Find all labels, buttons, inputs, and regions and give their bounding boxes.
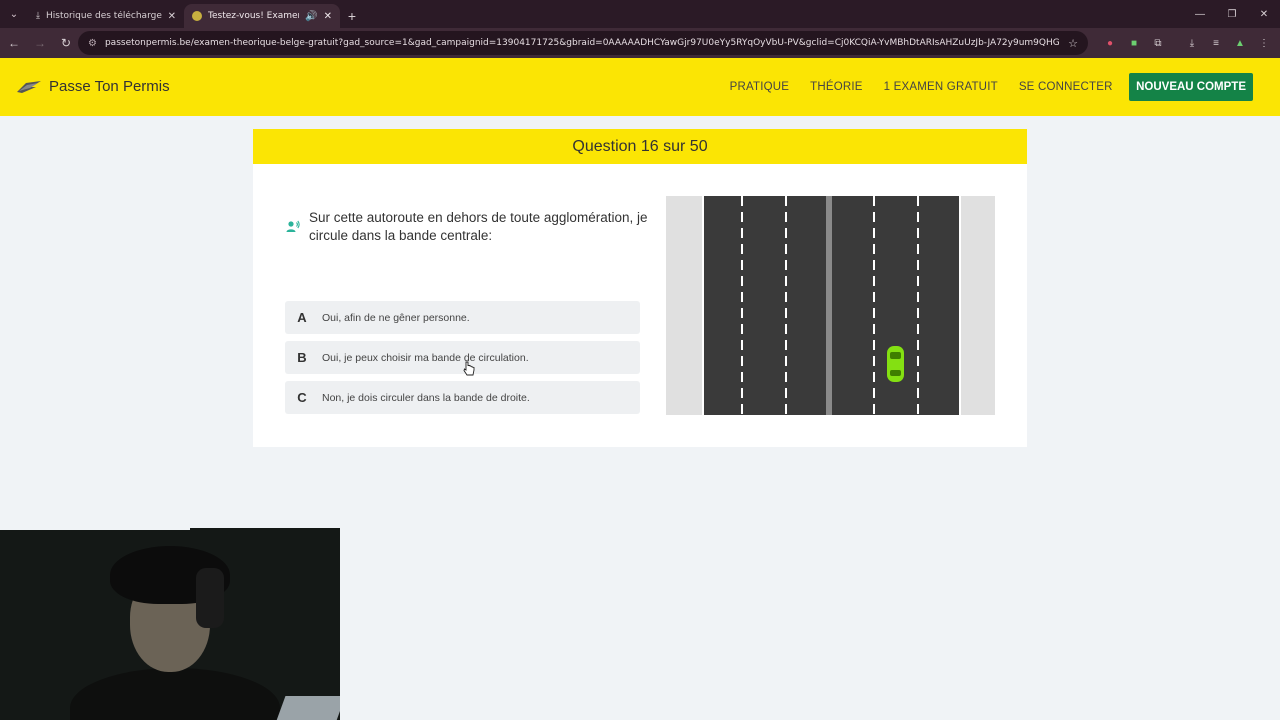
- bookmark-star-icon[interactable]: ☆: [1068, 37, 1078, 50]
- puzzle-extensions-icon[interactable]: ⧉: [1148, 33, 1168, 53]
- browser-toolbar: ← → ↻ ⚙ passetonpermis.be/examen-theoriq…: [0, 28, 1280, 58]
- option-letter: C: [297, 390, 307, 405]
- hand-cursor-icon: [463, 361, 475, 376]
- minimize-icon[interactable]: —: [1184, 0, 1216, 28]
- download-icon: ⤓: [36, 11, 40, 21]
- new-account-button[interactable]: NOUVEAU COMPTE: [1129, 73, 1253, 101]
- browser-tab-bar: ⌄ ⤓ Historique des téléchargements ✕ Tes…: [0, 0, 1280, 28]
- address-bar[interactable]: ⚙ passetonpermis.be/examen-theorique-bel…: [78, 31, 1088, 55]
- extensions-area: ● ■ ⧉ ⤓ ≡ ▲ ⋮: [1100, 28, 1280, 58]
- quiz-card: Question 16 sur 50 Sur cette autoroute e…: [253, 129, 1027, 447]
- extension-icon[interactable]: ■: [1124, 33, 1144, 53]
- option-letter: A: [297, 310, 307, 325]
- option-text: Oui, je peux choisir ma bande de circula…: [322, 351, 529, 364]
- restore-icon[interactable]: ❐: [1216, 0, 1248, 28]
- question-counter: Question 16 sur 50: [253, 129, 1027, 164]
- audio-icon[interactable]: 🔊: [305, 11, 317, 22]
- window-controls: — ❐ ✕: [1184, 0, 1280, 28]
- question-text: Sur cette autoroute en dehors de toute a…: [309, 210, 648, 243]
- answer-option-c[interactable]: C Non, je dois circuler dans la bande de…: [285, 381, 640, 414]
- menu-icon[interactable]: ⋮: [1254, 33, 1274, 53]
- tab-search-icon[interactable]: ≡: [1206, 33, 1226, 53]
- option-text: Oui, afin de ne gêner personne.: [322, 311, 470, 324]
- downloads-icon[interactable]: ⤓: [1182, 33, 1202, 53]
- option-text: Non, je dois circuler dans la bande de d…: [322, 391, 530, 404]
- headset-icon: [196, 568, 224, 628]
- site-info-icon[interactable]: ⚙: [88, 38, 97, 49]
- main-nav: PRATIQUE THÉORIE 1 EXAMEN GRATUIT SE CON…: [719, 58, 1280, 116]
- option-letter: B: [297, 350, 307, 365]
- nav-pratique[interactable]: PRATIQUE: [730, 81, 790, 93]
- brand-name[interactable]: Passe Ton Permis: [49, 78, 170, 95]
- back-icon[interactable]: ←: [2, 31, 26, 55]
- speaker-icon[interactable]: [286, 220, 300, 234]
- site-favicon-icon: [192, 11, 202, 21]
- reload-icon[interactable]: ↻: [54, 31, 78, 55]
- nav-se-connecter[interactable]: SE CONNECTER: [1019, 81, 1113, 93]
- highway-illustration: [666, 196, 995, 415]
- webcam-overlay: [0, 528, 340, 720]
- tab-search-chevron-icon[interactable]: ⌄: [0, 0, 28, 28]
- close-tab-icon[interactable]: ✕: [324, 11, 332, 22]
- new-tab-button[interactable]: +: [340, 4, 364, 28]
- nav-theorie[interactable]: THÉORIE: [810, 81, 863, 93]
- profile-icon[interactable]: ▲: [1230, 33, 1250, 53]
- url-text[interactable]: passetonpermis.be/examen-theorique-belge…: [105, 38, 1060, 48]
- tab-label: Testez-vous! Examen Théorique: [208, 11, 299, 21]
- close-window-icon[interactable]: ✕: [1248, 0, 1280, 28]
- logo-icon[interactable]: [16, 80, 42, 94]
- tab-label: Historique des téléchargements: [45, 11, 162, 21]
- car-icon: [887, 346, 904, 382]
- tab-exam[interactable]: Testez-vous! Examen Théorique 🔊 ✕: [184, 4, 340, 28]
- close-tab-icon[interactable]: ✕: [168, 11, 176, 22]
- site-header: Passe Ton Permis PRATIQUE THÉORIE 1 EXAM…: [0, 58, 1280, 116]
- extension-icon[interactable]: ●: [1100, 33, 1120, 53]
- nav-examen-gratuit[interactable]: 1 EXAMEN GRATUIT: [884, 81, 998, 93]
- tab-downloads[interactable]: ⤓ Historique des téléchargements ✕: [28, 4, 184, 28]
- answer-option-a[interactable]: A Oui, afin de ne gêner personne.: [285, 301, 640, 334]
- forward-icon[interactable]: →: [28, 31, 52, 55]
